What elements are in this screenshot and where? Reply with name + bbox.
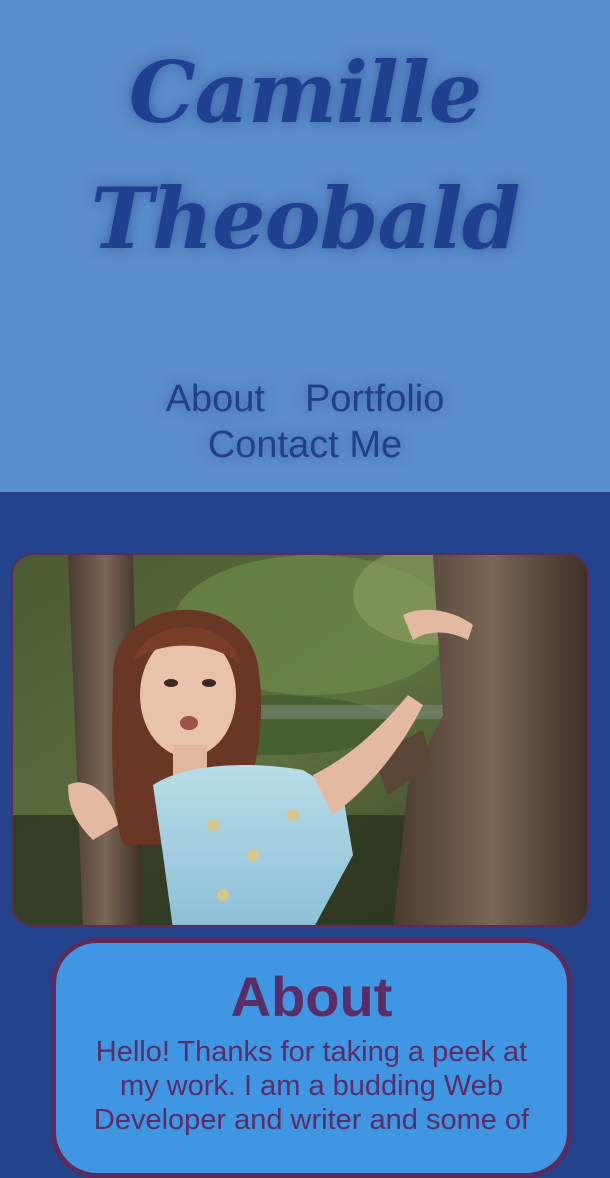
site-title-first-name: Camille xyxy=(128,43,482,142)
site-title: Camille Theobald xyxy=(0,30,610,282)
site-header: Camille Theobald About Portfolio Contact … xyxy=(0,0,610,492)
portrait-photo-icon xyxy=(13,555,587,925)
hero-photo xyxy=(11,553,589,927)
nav-link-portfolio[interactable]: Portfolio xyxy=(305,378,444,420)
nav-row-1: About Portfolio xyxy=(0,376,610,422)
about-heading: About xyxy=(230,965,393,1028)
about-card: About Hello! Thanks for taking a peek at… xyxy=(51,938,572,1178)
nav-link-about[interactable]: About xyxy=(166,378,265,420)
about-text: Hello! Thanks for taking a peek at my wo… xyxy=(93,1036,530,1136)
main-nav: About Portfolio Contact Me xyxy=(0,376,610,468)
site-title-last-name: Theobald xyxy=(90,169,521,268)
nav-row-2: Contact Me xyxy=(0,422,610,468)
nav-link-contact[interactable]: Contact Me xyxy=(208,424,402,466)
